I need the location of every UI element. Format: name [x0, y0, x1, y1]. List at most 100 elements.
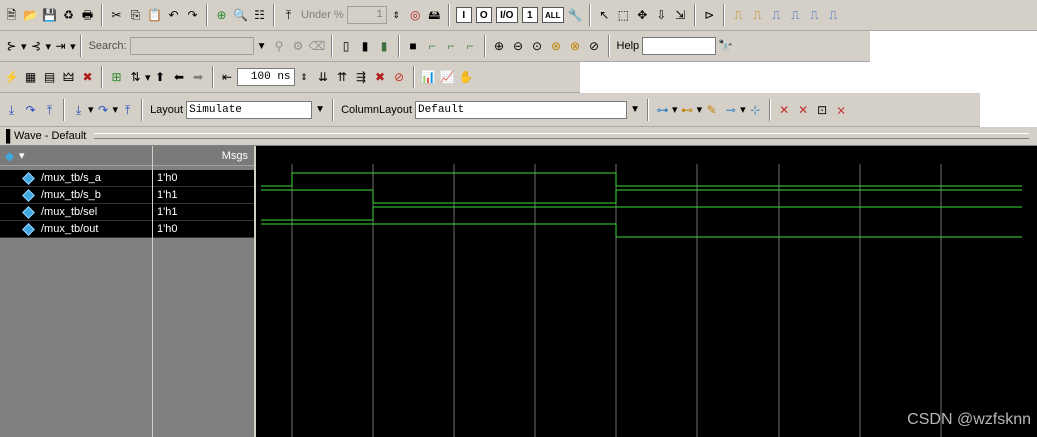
- run-all-icon[interactable]: ⇶: [353, 69, 370, 86]
- step-out-2-icon[interactable]: ⤒: [119, 101, 136, 118]
- step-over-2-icon[interactable]: ↷: [95, 101, 112, 118]
- search-input[interactable]: [129, 37, 254, 55]
- signal-value-row[interactable]: 1'h0: [153, 221, 254, 238]
- help-search-input[interactable]: [642, 37, 717, 55]
- filter-all-button[interactable]: ALL: [541, 7, 564, 23]
- waveform-canvas[interactable]: [256, 146, 1037, 437]
- signal-row[interactable]: /mux_tb/s_b: [0, 187, 152, 204]
- filter-input-button[interactable]: I: [455, 7, 472, 23]
- wave-option-3-icon[interactable]: ✎: [703, 101, 720, 118]
- wave-compare-icon[interactable]: ⚡: [3, 69, 20, 86]
- cursor-edit-icon[interactable]: ⇲: [672, 7, 689, 24]
- wave-edit-1-icon[interactable]: ⎍: [730, 7, 747, 24]
- column-layout-select[interactable]: Default: [415, 100, 628, 119]
- layout-select[interactable]: Simulate: [186, 100, 313, 119]
- bar-1-icon[interactable]: ▯: [338, 38, 355, 55]
- pointer-icon[interactable]: ↖: [596, 7, 613, 24]
- target-icon[interactable]: ◎: [407, 7, 424, 24]
- hand-icon[interactable]: ✋: [458, 69, 475, 86]
- block-icon[interactable]: ■: [405, 38, 422, 55]
- break-icon[interactable]: ✖: [79, 69, 96, 86]
- filter-inout-button[interactable]: I/O: [495, 7, 518, 23]
- zoom-full-icon[interactable]: ⊙: [529, 38, 546, 55]
- wave-option-5-icon[interactable]: ⊹: [747, 101, 764, 118]
- cursor-delete-icon[interactable]: ✕: [776, 101, 793, 118]
- dataflow-icon[interactable]: 🜲: [60, 69, 77, 86]
- stop-icon[interactable]: ⊘: [391, 69, 408, 86]
- zoom-last-icon[interactable]: ⊘: [586, 38, 603, 55]
- add-dropdown-icon[interactable]: ⇅: [127, 69, 144, 86]
- signal-value-row[interactable]: 1'h0: [153, 170, 254, 187]
- zoom-range-icon[interactable]: ⊗: [567, 38, 584, 55]
- under-percent-field[interactable]: 1: [346, 6, 387, 24]
- wave-edit-4-icon[interactable]: ⎍: [787, 7, 804, 24]
- expand-time-icon[interactable]: ⊡: [814, 101, 831, 118]
- signal-row[interactable]: /mux_tb/out: [0, 221, 152, 238]
- save-icon[interactable]: 💾: [41, 7, 58, 24]
- step-icon[interactable]: ⇥: [52, 38, 69, 55]
- wave-edit-6-icon[interactable]: ⎍: [825, 7, 842, 24]
- insert-icon[interactable]: ⊳: [701, 7, 718, 24]
- wave-option-2-icon[interactable]: ⊷: [679, 101, 696, 118]
- zoom-out-icon[interactable]: ⊖: [510, 38, 527, 55]
- zoom-cursor-icon[interactable]: ⊛: [548, 38, 565, 55]
- wave-option-4-icon[interactable]: ⊸: [722, 101, 739, 118]
- memory-icon[interactable]: ▦: [22, 69, 39, 86]
- cut-icon[interactable]: ✂: [108, 7, 125, 24]
- wave-edit-2-icon[interactable]: ⎍: [749, 7, 766, 24]
- step-into-2-icon[interactable]: ⤓: [70, 101, 87, 118]
- bar-3-icon[interactable]: ▮: [376, 38, 393, 55]
- open-folder-icon[interactable]: 📂: [22, 7, 39, 24]
- column-layout-dropdown-icon[interactable]: ▼: [627, 102, 643, 118]
- undo-icon[interactable]: ↶: [165, 7, 182, 24]
- step-over-icon[interactable]: ↷: [22, 101, 39, 118]
- run-icon[interactable]: ⇊: [315, 69, 332, 86]
- structure-icon[interactable]: ☷: [251, 7, 268, 24]
- waveform-pane[interactable]: [256, 146, 1037, 437]
- wave-selector-icon[interactable]: ◆: [1, 147, 18, 164]
- split-icon[interactable]: ⊱: [3, 38, 20, 55]
- signal-value-row[interactable]: 1'h1: [153, 187, 254, 204]
- cursor-lock-icon[interactable]: ✕: [795, 101, 812, 118]
- new-file-icon[interactable]: 🗎: [3, 7, 20, 24]
- signal-row[interactable]: /mux_tb/s_a: [0, 170, 152, 187]
- zoom-box-icon[interactable]: ⬚: [615, 7, 632, 24]
- continue-icon[interactable]: ⇈: [334, 69, 351, 86]
- edge-3-icon[interactable]: ⌐: [462, 38, 479, 55]
- arrow-up-icon[interactable]: ⬆: [152, 69, 169, 86]
- zoom-in-icon[interactable]: ⊕: [491, 38, 508, 55]
- performance-icon[interactable]: 📊: [420, 69, 437, 86]
- wave-option-1-icon[interactable]: ⊶: [654, 101, 671, 118]
- filter-output-button[interactable]: O: [475, 7, 492, 23]
- print-icon[interactable]: 🖶: [79, 7, 96, 24]
- move-icon[interactable]: ✥: [634, 7, 651, 24]
- layout-dropdown-icon[interactable]: ▼: [312, 102, 328, 118]
- spinner-icon[interactable]: ⇕: [388, 7, 405, 24]
- find-icon[interactable]: 🔍: [232, 7, 249, 24]
- edit-wave-icon[interactable]: ⇩: [653, 7, 670, 24]
- search-dropdown-icon[interactable]: ▼: [254, 38, 270, 54]
- filter-internal-button[interactable]: 1: [521, 7, 538, 23]
- search-clear-icon[interactable]: ⌫: [309, 38, 326, 55]
- step-out-icon[interactable]: ⤒: [41, 101, 58, 118]
- step-into-icon[interactable]: ⤓: [3, 101, 20, 118]
- redo-icon[interactable]: ↷: [184, 7, 201, 24]
- arrow-left-icon[interactable]: ⬅: [171, 69, 188, 86]
- delta-icon[interactable]: ⨯: [833, 101, 850, 118]
- wave-edit-3-icon[interactable]: ⎍: [768, 7, 785, 24]
- disk-icon[interactable]: 🖴: [426, 7, 443, 24]
- bar-2-icon[interactable]: ▮: [357, 38, 374, 55]
- compile-icon[interactable]: ⊕: [213, 7, 230, 24]
- wave-window-titlebar[interactable]: ▐ Wave - Default: [0, 127, 1037, 146]
- signal-row[interactable]: /mux_tb/sel: [0, 204, 152, 221]
- merge-icon[interactable]: ⊰: [28, 38, 45, 55]
- restart-icon[interactable]: ⇤: [219, 69, 236, 86]
- wave-edit-5-icon[interactable]: ⎍: [806, 7, 823, 24]
- add-wave-icon[interactable]: ⊞: [108, 69, 125, 86]
- list-icon[interactable]: ▤: [41, 69, 58, 86]
- tools-icon[interactable]: 🔧: [567, 7, 584, 24]
- edge-1-icon[interactable]: ⌐: [424, 38, 441, 55]
- signal-value-row[interactable]: 1'h1: [153, 204, 254, 221]
- refresh-icon[interactable]: ♻: [60, 7, 77, 24]
- run-length-spinner-icon[interactable]: ⇕: [296, 69, 313, 86]
